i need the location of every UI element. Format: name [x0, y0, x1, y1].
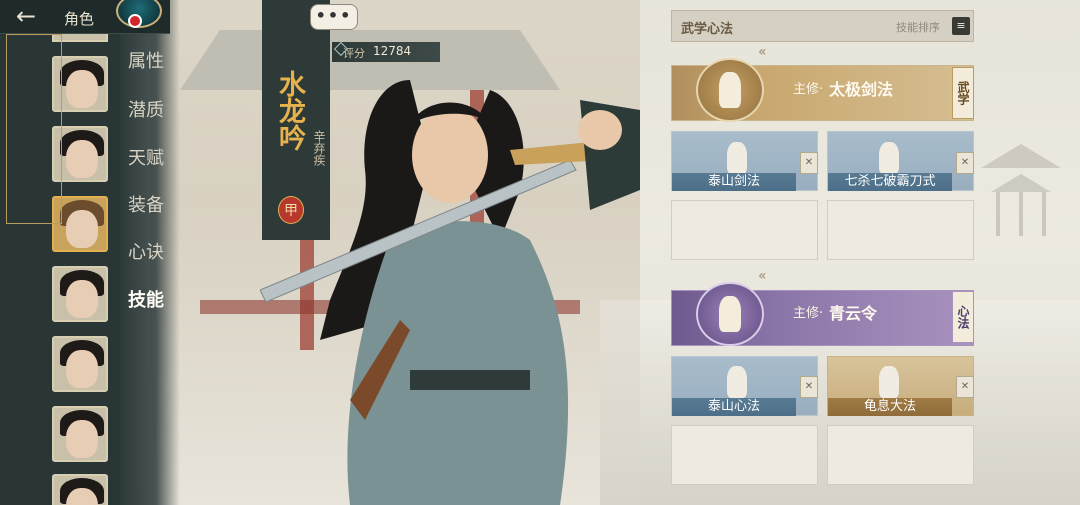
empty-skill-slot[interactable] — [671, 200, 818, 260]
skill-figure-icon — [727, 366, 747, 398]
category-equipment[interactable]: 装备 — [128, 191, 164, 217]
meditating-monk-icon — [719, 296, 741, 332]
character-avatar[interactable] — [52, 266, 108, 322]
category-potential[interactable]: 潜质 — [128, 96, 164, 122]
martial-skill-name: 泰山剑法 — [672, 173, 796, 191]
inner-main-name: 青云令 — [829, 304, 878, 323]
character-avatar[interactable] — [52, 406, 108, 462]
hero-author: 辛弃疾 — [312, 130, 326, 166]
trash-icon[interactable]: ✕ — [956, 376, 974, 398]
category-mind-secret[interactable]: 心诀 — [128, 238, 164, 264]
martial-main-label: 主修· — [793, 82, 824, 97]
skill-figure-icon — [727, 142, 747, 174]
empty-skill-slot[interactable] — [827, 425, 974, 485]
banner-frame — [6, 34, 62, 224]
category-talent[interactable]: 天赋 — [128, 144, 164, 170]
notification-dot — [128, 14, 142, 28]
score-value: 12784 — [373, 44, 412, 58]
category-attributes[interactable]: 属性 — [128, 47, 164, 73]
inner-tag: 心法 — [952, 291, 974, 343]
trash-icon[interactable]: ✕ — [800, 376, 818, 398]
trash-icon[interactable]: ✕ — [800, 152, 818, 174]
category-skills[interactable]: 技能 — [128, 286, 164, 312]
panel-title: 武学心法 — [681, 22, 734, 37]
empty-skill-slot[interactable] — [671, 425, 818, 485]
hero-name: 水龙吟 — [274, 70, 305, 151]
sort-label[interactable]: 技能排序 — [896, 19, 940, 35]
inner-skill-name: 泰山心法 — [672, 398, 796, 416]
martial-skill-name: 七杀七破霸刀式 — [828, 173, 952, 191]
swordsman-icon — [719, 72, 741, 108]
trash-icon[interactable]: ✕ — [956, 152, 974, 174]
background-pagoda — [981, 144, 1061, 236]
empty-skill-slot[interactable] — [827, 200, 974, 260]
skill-figure-icon — [879, 142, 899, 174]
double-arrow-icon: « — [758, 268, 767, 284]
martial-tag: 武学 — [952, 67, 974, 119]
back-button[interactable]: ← — [6, 4, 46, 30]
score-label: 评分 — [343, 47, 365, 60]
more-options-button[interactable]: ••• — [310, 4, 358, 30]
left-arrow-icon: ← — [15, 2, 37, 30]
double-arrow-icon: « — [758, 44, 767, 60]
game-screen: ← 角色 属性 潜质 天赋 装备 心诀 技能 水龙吟 辛弃疾 甲 ••• 评分 … — [0, 0, 1080, 505]
character-avatar[interactable] — [52, 336, 108, 392]
skill-figure-icon — [879, 366, 899, 398]
page-title: 角色 — [64, 10, 95, 28]
inner-main-label: 主修· — [793, 306, 824, 321]
character-avatar[interactable] — [52, 474, 108, 505]
martial-main-name: 太极剑法 — [829, 80, 894, 99]
sort-icon[interactable]: ≡ — [952, 17, 970, 35]
inner-skill-name: 龟息大法 — [828, 398, 952, 416]
grade-badge: 甲 — [278, 196, 304, 224]
